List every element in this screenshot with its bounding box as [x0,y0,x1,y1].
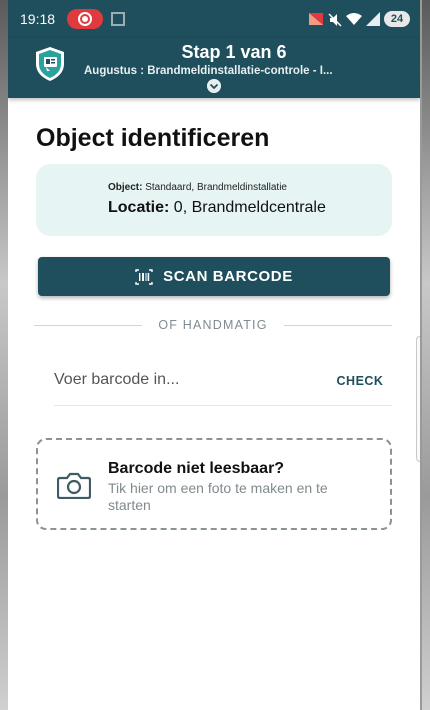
inspection-subtitle: Augustus : Brandmeldinstallatie-controle… [84,65,333,77]
status-bar: 19:18 24 [8,0,420,38]
scroll-indicator[interactable] [416,336,420,462]
locatie-line: Locatie: 0, Brandmeldcentrale [108,199,326,217]
app-logo-icon [36,47,64,81]
app-header: Stap 1 van 6 Augustus : Brandmeldinstall… [8,38,420,98]
photo-card-title: Barcode niet leesbaar? [108,460,285,477]
page-title: Object identificeren [36,124,270,152]
mute-icon [328,13,342,27]
battery-indicator: 24 [384,11,410,27]
photo-card-subtitle: Tik hier om een foto te maken en te star… [108,480,328,513]
divider-line-right [284,325,392,326]
camera-icon [57,472,91,499]
notification-icon [309,13,323,25]
wifi-icon [346,13,362,25]
signal-icon [366,12,380,26]
step-title: Stap 1 van 6 [181,42,287,62]
scan-barcode-button[interactable]: SCAN BARCODE [38,257,390,296]
status-time: 19:18 [20,11,56,27]
expand-icon [111,12,125,26]
object-value: Standaard, Brandmeldinstallatie [145,182,287,193]
blurred-edge-right [422,0,430,710]
barcode-icon [135,268,153,285]
chevron-down-icon[interactable] [207,79,221,93]
locatie-label: Locatie: [108,199,170,216]
barcode-input[interactable] [54,364,324,396]
or-divider: OF HANDMATIG [34,318,392,334]
object-info-card: Object: Standaard, Brandmeldinstallatie … [36,164,392,236]
photo-fallback-card[interactable]: Barcode niet leesbaar? Tik hier om een f… [36,438,392,530]
object-line: Object: Standaard, Brandmeldinstallatie [108,182,287,193]
input-underline [54,405,392,406]
app-screen: 19:18 24 Stap 1 van 6 Augustus: Brandme… [8,0,420,710]
blurred-edge-left [0,0,8,710]
record-icon[interactable] [67,9,103,29]
locatie-value: 0, Brandmeldcentrale [173,199,326,216]
scan-barcode-label: SCAN BARCODE [163,268,293,285]
object-label: Object: [108,182,143,193]
check-button[interactable]: CHECK [328,370,392,392]
